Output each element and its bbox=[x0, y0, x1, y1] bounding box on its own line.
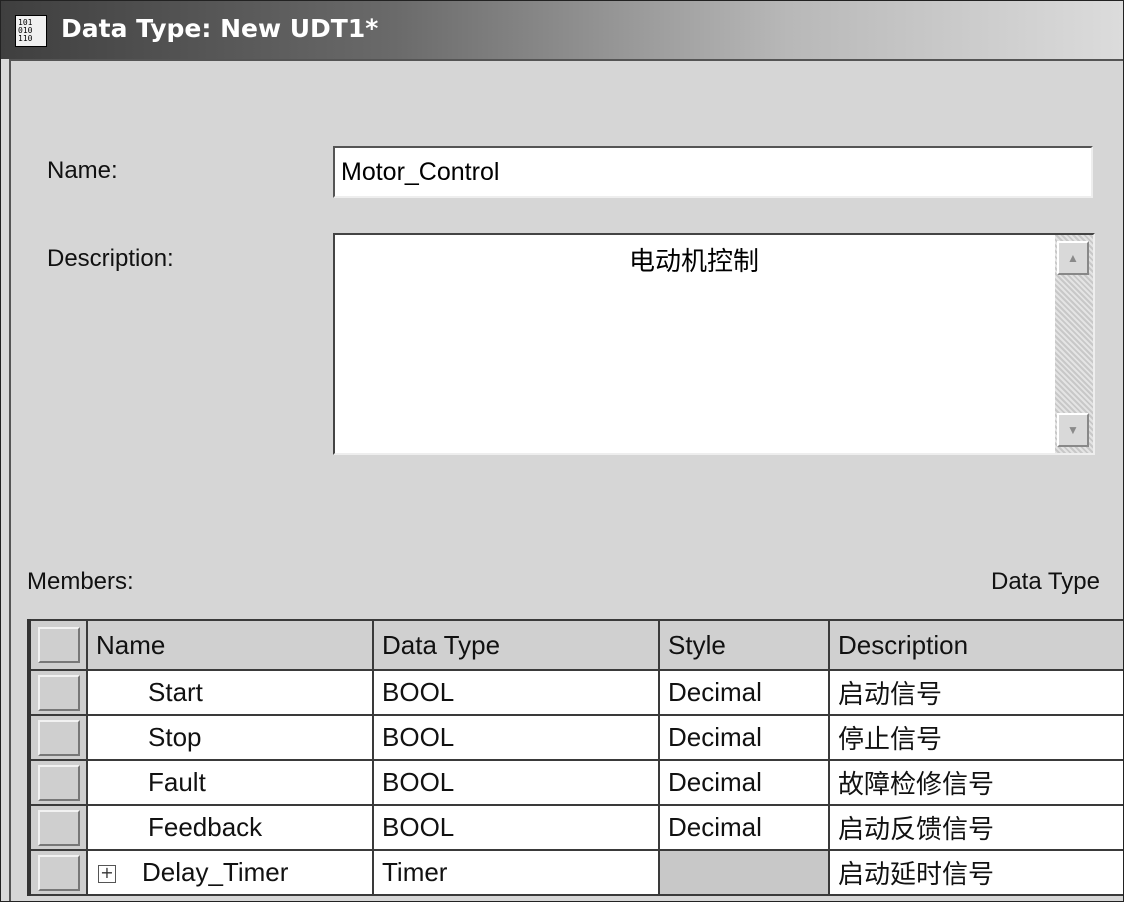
member-style-cell[interactable]: Decimal bbox=[658, 669, 830, 716]
table-row[interactable]: + Delay_Timer Timer 启动延时信号 bbox=[27, 849, 1123, 896]
member-name-cell[interactable]: Start bbox=[86, 669, 374, 716]
member-data-type-cell[interactable]: BOOL bbox=[372, 714, 660, 761]
column-header-description[interactable]: Description bbox=[828, 619, 1123, 671]
description-scrollbar[interactable]: ▲ ▼ bbox=[1055, 235, 1093, 453]
members-table: Name Data Type Style Description Start B… bbox=[27, 619, 1123, 896]
expand-plus-icon[interactable]: + bbox=[98, 865, 116, 884]
member-name-cell[interactable]: + Delay_Timer bbox=[86, 849, 374, 896]
data-type-size-label: Data Type bbox=[991, 568, 1100, 595]
row-selector[interactable] bbox=[27, 849, 88, 896]
scroll-up-arrow-icon[interactable]: ▲ bbox=[1057, 241, 1089, 275]
member-description-cell[interactable]: 故障检修信号 bbox=[828, 759, 1123, 806]
member-data-type-cell[interactable]: BOOL bbox=[372, 804, 660, 851]
members-label: Members: bbox=[27, 568, 134, 595]
member-data-type-cell[interactable]: BOOL bbox=[372, 669, 660, 716]
window-title: Data Type: New UDT1* bbox=[61, 14, 379, 43]
table-row[interactable]: Stop BOOL Decimal 停止信号 bbox=[27, 714, 1123, 761]
member-description-cell[interactable]: 启动延时信号 bbox=[828, 849, 1123, 896]
row-selector[interactable] bbox=[27, 714, 88, 761]
column-header-data-type[interactable]: Data Type bbox=[372, 619, 660, 671]
table-row[interactable]: Start BOOL Decimal 启动信号 bbox=[27, 669, 1123, 716]
name-input[interactable] bbox=[333, 146, 1093, 198]
description-label: Description: bbox=[47, 245, 174, 272]
member-style-cell[interactable]: Decimal bbox=[658, 714, 830, 761]
description-textarea[interactable]: 电动机控制 ▲ ▼ bbox=[333, 233, 1095, 455]
data-type-window: 101010110 Data Type: New UDT1* Name: Des… bbox=[0, 0, 1124, 902]
member-name-cell[interactable]: Feedback bbox=[86, 804, 374, 851]
title-bar[interactable]: 101 010 110 Data Type: New UDT1* bbox=[1, 1, 1123, 59]
member-description-cell[interactable]: 停止信号 bbox=[828, 714, 1123, 761]
member-data-type-cell[interactable]: BOOL bbox=[372, 759, 660, 806]
member-data-type-cell[interactable]: Timer bbox=[372, 849, 660, 896]
member-name-text: Delay_Timer bbox=[142, 857, 289, 887]
member-style-cell bbox=[658, 849, 830, 896]
member-description-cell[interactable]: 启动信号 bbox=[828, 669, 1123, 716]
member-style-cell[interactable]: Decimal bbox=[658, 759, 830, 806]
name-label: Name: bbox=[47, 157, 118, 184]
row-selector[interactable] bbox=[27, 804, 88, 851]
data-type-icon: 101 010 110 bbox=[15, 15, 47, 47]
row-selector[interactable] bbox=[27, 759, 88, 806]
column-header-style[interactable]: Style bbox=[658, 619, 830, 671]
member-name-cell[interactable]: Fault bbox=[86, 759, 374, 806]
row-selector[interactable] bbox=[27, 669, 88, 716]
member-style-cell[interactable]: Decimal bbox=[658, 804, 830, 851]
member-name-cell[interactable]: Stop bbox=[86, 714, 374, 761]
table-row[interactable]: Feedback BOOL Decimal 启动反馈信号 bbox=[27, 804, 1123, 851]
scroll-down-arrow-icon[interactable]: ▼ bbox=[1057, 413, 1089, 447]
member-description-cell[interactable]: 启动反馈信号 bbox=[828, 804, 1123, 851]
column-header-name[interactable]: Name bbox=[86, 619, 374, 671]
table-header-row: Name Data Type Style Description bbox=[27, 619, 1123, 671]
description-text: 电动机控制 bbox=[628, 246, 759, 276]
select-all-cell[interactable] bbox=[27, 619, 88, 671]
table-row[interactable]: Fault BOOL Decimal 故障检修信号 bbox=[27, 759, 1123, 806]
